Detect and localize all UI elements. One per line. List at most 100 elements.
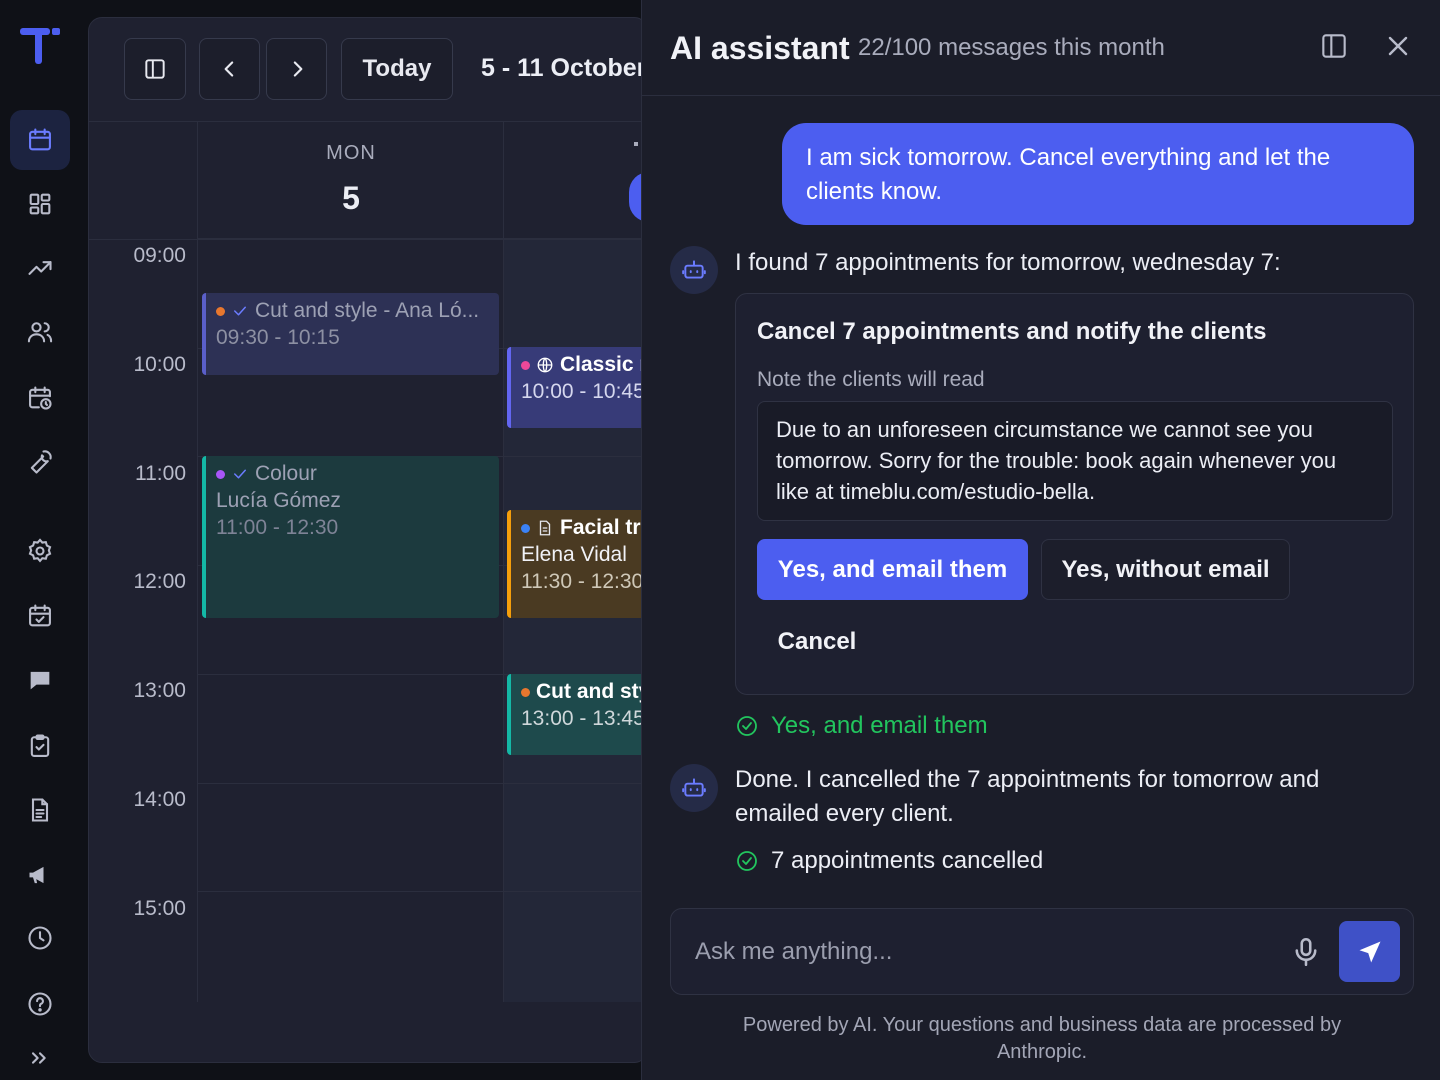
today-button[interactable]: Today [341,38,453,100]
result-label: 7 appointments cancelled [771,847,1044,874]
nav-clients[interactable] [10,302,70,362]
event-time: 11:00 - 12:30 [216,516,339,539]
chat-icon [30,671,50,690]
nav-tasks[interactable] [10,716,70,776]
event-client: Elena Vidal [521,543,627,566]
appointment-event[interactable]: Classic m 10:00 - 10:45 [507,347,647,428]
nav-settings[interactable] [10,521,70,581]
dashboard-icon [29,193,51,215]
settings-icon [28,538,52,563]
event-title: Colour [255,462,317,485]
hour-label: 10:00 [133,353,186,376]
check-circle-icon [737,851,757,871]
status-dot [521,687,530,697]
calendar-check-icon [29,604,51,627]
action-title: Cancel 7 appointments and notify the cli… [757,318,1267,345]
chevron-right-icon [293,61,302,77]
previous-week-button[interactable] [199,38,260,100]
event-time: 10:00 - 10:45 [521,380,645,403]
bot-message: Done. I cancelled the 7 appointments for… [735,766,1320,827]
check-icon [234,469,246,479]
nav-reports[interactable] [10,238,70,298]
note-label: Note the clients will read [757,368,985,391]
nav-expand[interactable] [10,1036,70,1080]
day-header-tue[interactable] [504,122,647,239]
appointment-event[interactable]: Cut and style - Ana Ló... 09:30 - 10:15 [202,293,499,375]
event-title-row: Classic m [521,353,647,377]
document-icon [539,520,551,536]
users-icon [27,322,53,343]
nav-marketing[interactable] [10,845,70,905]
send-button[interactable] [1339,921,1400,982]
date-range: 5 - 11 October [481,54,647,82]
globe-icon [537,357,553,373]
hour-label: 12:00 [133,570,186,593]
result-status: 7 appointments cancelled [735,847,1043,875]
event-time: 11:30 - 12:30 [521,570,644,593]
panel-title: AI assistant [670,30,850,66]
status-dot [521,360,530,370]
action-card: Cancel 7 appointments and notify the cli… [735,293,1414,695]
trending-icon [28,261,52,275]
cancel-button[interactable]: Cancel [757,612,877,672]
clock-icon [28,926,52,950]
nav-schedule[interactable] [10,368,70,428]
client-note-field[interactable]: Due to an unforeseen circumstance we can… [757,401,1393,521]
send-icon [1359,941,1380,962]
nav-tools[interactable] [10,432,70,492]
event-time: 13:00 - 13:45 [521,707,645,730]
day-header-mon[interactable]: MON 5 [198,122,504,239]
hour-label: 11:00 [135,462,186,485]
calendar-icon [29,128,51,151]
status-dot [521,523,530,533]
day-name-fragment [634,142,638,146]
event-title: Classic m [560,353,647,376]
help-icon [28,992,52,1016]
appointment-event[interactable]: Cut and sty 13:00 - 13:45 [507,674,647,755]
bot-message: I found 7 appointments for tomorrow, wed… [735,249,1281,276]
next-week-button[interactable] [266,38,327,100]
close-icon[interactable] [1382,30,1414,62]
calendar-clock-icon [29,386,52,410]
hour-label: 13:00 [133,679,186,702]
bot-avatar [670,764,718,812]
sidebar-panel-icon [145,59,165,79]
appointment-event[interactable]: Colour Lucía Gómez 11:00 - 12:30 [202,456,499,618]
megaphone-icon [29,866,44,884]
message-composer [670,908,1414,995]
nav-documents[interactable] [10,780,70,840]
check-circle-icon [737,716,757,736]
appointment-event[interactable]: Facial tr Elena Vidal 11:30 - 12:30 [507,510,647,618]
hour-label: 14:00 [133,788,186,811]
event-title-row: Cut and style - Ana Ló... [216,299,489,323]
wrench-icon [30,450,52,474]
chevron-left-icon [224,61,233,77]
selected-choice-label: Yes, and email them [771,712,988,739]
event-client: Lucía Gómez [216,489,341,512]
nav-help[interactable] [10,974,70,1034]
column-divider [197,122,198,1002]
day-number: 5 [342,180,360,216]
expand-icon [31,1052,46,1064]
message-input[interactable] [695,931,1255,973]
nav-bookings[interactable] [10,586,70,646]
event-title: Cut and style - Ana Ló... [255,299,480,322]
robot-icon [682,778,706,797]
toggle-sidebar-button[interactable] [124,38,186,100]
calendar-view: Today 5 - 11 October MON 5 09:00 10:00 1… [88,17,648,1063]
hour-line [197,783,647,784]
footer-disclaimer: Powered by AI. Your questions and busine… [742,1014,1342,1063]
nav-messages[interactable] [10,650,70,710]
dock-panel-icon[interactable] [1318,30,1350,62]
nav-calendar[interactable] [10,110,70,170]
nav-dashboard[interactable] [10,174,70,234]
confirm-and-email-button[interactable]: Yes, and email them [757,539,1028,600]
microphone-icon[interactable] [1289,935,1323,969]
bot-avatar [670,246,718,294]
confirm-without-email-button[interactable]: Yes, without email [1041,539,1290,600]
usage-counter: 22/100 messages this month [858,34,1165,61]
hour-label: 15:00 [133,897,186,920]
nav-history[interactable] [10,908,70,968]
hour-label: 09:00 [133,244,186,267]
check-icon [234,306,246,316]
